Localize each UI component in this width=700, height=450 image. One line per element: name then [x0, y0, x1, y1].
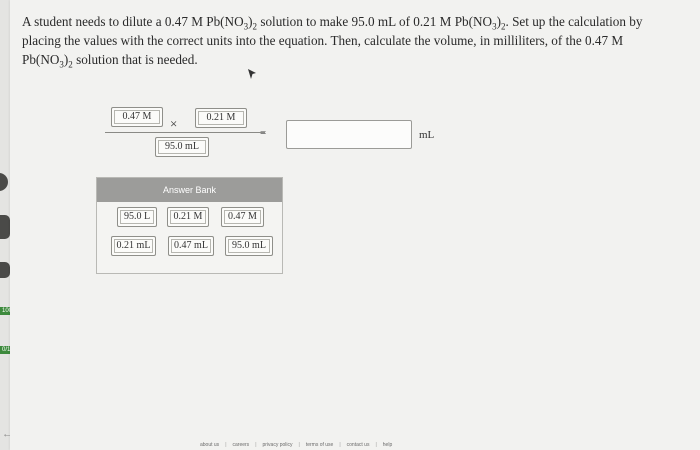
mouse-cursor-icon — [248, 69, 256, 79]
numerator-left-tile[interactable]: 0.47 M — [111, 107, 163, 127]
bank-tile-95-mL[interactable]: 95.0 mL — [225, 236, 273, 256]
fraction-bar — [105, 132, 265, 133]
side-tab-3[interactable] — [0, 262, 10, 278]
footer-separator: | — [225, 442, 227, 448]
bank-tile-0-21-mL[interactable]: 0.21 mL — [111, 236, 156, 256]
bank-tile-0-47-mL[interactable]: 0.47 mL — [168, 236, 214, 256]
footer-link-help[interactable]: help — [383, 442, 392, 448]
footer-link-terms[interactable]: terms of use — [306, 442, 334, 448]
footer-separator: | — [255, 442, 257, 448]
answer-unit-label: mL — [419, 129, 435, 141]
footer-link-about[interactable]: about us — [200, 442, 219, 448]
bank-tile-95-L[interactable]: 95.0 L — [117, 207, 157, 227]
footer-link-contact[interactable]: contact us — [347, 442, 370, 448]
equals-symbol: = — [260, 127, 266, 139]
footer-link-careers[interactable]: careers — [233, 442, 250, 448]
denominator-tile[interactable]: 95.0 mL — [155, 137, 209, 157]
footer-link-privacy[interactable]: privacy policy — [263, 442, 293, 448]
side-tab-2[interactable] — [0, 215, 10, 239]
answer-input[interactable] — [286, 120, 412, 149]
times-symbol: × — [170, 116, 178, 131]
footer-links: about us | careers | privacy policy | te… — [200, 440, 392, 450]
bank-tile-0-21-M[interactable]: 0.21 M — [167, 207, 209, 227]
question-text: A student needs to dilute a 0.47 M Pb(NO… — [22, 14, 643, 70]
answer-bank-title: Answer Bank — [97, 178, 282, 202]
footer-separator: | — [339, 442, 341, 448]
bank-tile-0-47-M[interactable]: 0.47 M — [221, 207, 264, 227]
footer-separator: | — [375, 442, 377, 448]
footer-separator: | — [298, 442, 300, 448]
numerator-right-tile[interactable]: 0.21 M — [195, 108, 247, 128]
